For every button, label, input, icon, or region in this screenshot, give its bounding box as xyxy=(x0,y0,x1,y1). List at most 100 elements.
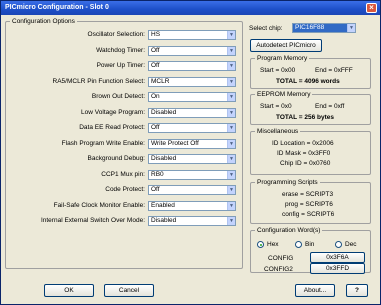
program-memory-end: End = 0xFFF xyxy=(315,67,353,74)
help-button[interactable]: ? xyxy=(346,284,368,297)
eeprom-memory-end: End = 0xff xyxy=(315,103,345,110)
script-prog: prog = SCRIPT6 xyxy=(285,201,333,208)
program-memory-label: Program Memory xyxy=(255,54,310,63)
autodetect-button[interactable]: Autodetect PICmicro xyxy=(250,39,322,52)
chevron-down-icon: ▼ xyxy=(227,31,235,39)
chip-select[interactable]: PIC16F88 ▼ xyxy=(292,23,356,33)
config-row-label: Brown Out Detect: xyxy=(91,93,145,100)
config-row-value: Off xyxy=(151,62,160,69)
ok-button[interactable]: OK xyxy=(44,284,94,297)
config-row-value: RB0 xyxy=(151,171,164,178)
config-label: CONFIG xyxy=(268,255,294,262)
config-row-select[interactable]: Off ▼ xyxy=(148,46,236,56)
radix-label-dec: Dec xyxy=(345,241,357,248)
scripts-label: Programming Scripts xyxy=(255,178,320,187)
config-row-label: Low Voltage Program: xyxy=(81,109,145,116)
config-row-value: HS xyxy=(151,31,161,38)
config-row-label: Code Protect: xyxy=(105,186,145,193)
config-row-label: Fail-Safe Clock Monitor Enable: xyxy=(53,202,145,209)
config-row: Low Voltage Program: Disabled ▼ xyxy=(1,108,241,118)
radix-radio-dec[interactable] xyxy=(335,241,342,248)
config-row-value: Off xyxy=(151,186,160,193)
config-row-select[interactable]: Disabled ▼ xyxy=(148,216,236,226)
eeprom-memory-total: TOTAL = 256 bytes xyxy=(276,114,334,121)
config-value-button[interactable]: 0x3F6A xyxy=(310,252,365,263)
config-row: Code Protect: Off ▼ xyxy=(1,185,241,195)
chevron-down-icon: ▼ xyxy=(227,217,235,225)
config-row-label: Data EE Read Protect: xyxy=(79,124,145,131)
config-row: Flash Program Write Enable: Write Protect… xyxy=(1,139,241,149)
misc-label: Miscellaneous xyxy=(255,127,301,136)
config-options-label: Configuration Options xyxy=(10,17,77,26)
about-button[interactable]: About... xyxy=(295,284,335,297)
config-row: Oscillator Selection: HS ▼ xyxy=(1,30,241,40)
cancel-button[interactable]: Cancel xyxy=(104,284,154,297)
config-row-value: Disabled xyxy=(151,217,177,224)
config-row-value: MCLR xyxy=(151,78,170,85)
config-words-label: Configuration Word(s) xyxy=(255,226,323,235)
chevron-down-icon: ▼ xyxy=(227,109,235,117)
config-row-label: Internal External Switch Over Mode: xyxy=(40,217,145,224)
chevron-down-icon: ▼ xyxy=(227,155,235,163)
select-chip-label: Select chip: xyxy=(249,25,283,32)
config2-value-button[interactable]: 0x3FFD xyxy=(310,263,365,274)
config-row-label: CCP1 Mux pin: xyxy=(101,171,145,178)
config-row: Brown Out Detect: On ▼ xyxy=(1,92,241,102)
config-row: Data EE Read Protect: Off ▼ xyxy=(1,123,241,133)
chip-id: Chip ID = 0x0760 xyxy=(280,160,331,167)
chevron-down-icon: ▼ xyxy=(227,124,235,132)
config-row-select[interactable]: Enabled ▼ xyxy=(148,201,236,211)
config-row-label: Background Debug: xyxy=(87,155,145,162)
chevron-down-icon: ▼ xyxy=(227,140,235,148)
chevron-down-icon: ▼ xyxy=(227,171,235,179)
config-row: Watchdog Timer: Off ▼ xyxy=(1,46,241,56)
radix-radio-hex[interactable] xyxy=(257,241,264,248)
config-row-value: Off xyxy=(151,124,160,131)
config-row-select[interactable]: RB0 ▼ xyxy=(148,170,236,180)
eeprom-memory-label: EEPROM Memory xyxy=(255,90,313,99)
config-row-value: Disabled xyxy=(151,155,177,162)
config-row-select[interactable]: Off ▼ xyxy=(148,123,236,133)
config-row: Fail-Safe Clock Monitor Enable: Enabled ▼ xyxy=(1,201,241,211)
program-memory-total: TOTAL = 4096 words xyxy=(276,78,340,85)
config-row-value: On xyxy=(151,93,160,100)
radix-label-bin: Bin xyxy=(305,241,315,248)
config-dialog: PICmicro Configuration - Slot 0 × Config… xyxy=(0,0,381,305)
title-bar: PICmicro Configuration - Slot 0 × xyxy=(1,1,380,15)
config-row-value: Disabled xyxy=(151,109,177,116)
radix-label-hex: Hex xyxy=(267,241,279,248)
config-row-value: Write Protect Off xyxy=(151,140,199,147)
config-row-label: Flash Program Write Enable: xyxy=(61,140,145,147)
config-row: CCP1 Mux pin: RB0 ▼ xyxy=(1,170,241,180)
eeprom-memory-start: Start = 0x0 xyxy=(260,103,292,110)
radix-radio-bin[interactable] xyxy=(295,241,302,248)
config-row: Background Debug: Disabled ▼ xyxy=(1,154,241,164)
chip-select-value: PIC16F88 xyxy=(295,24,325,31)
config-row: Power Up Timer: Off ▼ xyxy=(1,61,241,71)
config-row-select[interactable]: Off ▼ xyxy=(148,185,236,195)
config-row-select[interactable]: On ▼ xyxy=(148,92,236,102)
script-erase: erase = SCRIPT3 xyxy=(282,191,334,198)
chevron-down-icon: ▼ xyxy=(227,93,235,101)
close-icon[interactable]: × xyxy=(366,3,377,13)
config-row-label: RA5/MCLR Pin Function Select: xyxy=(52,78,145,85)
program-memory-start: Start = 0x00 xyxy=(260,67,296,74)
chevron-down-icon: ▼ xyxy=(227,47,235,55)
config-row-select[interactable]: Write Protect Off ▼ xyxy=(148,139,236,149)
config-row-select[interactable]: HS ▼ xyxy=(148,30,236,40)
config2-label: CONFIG2 xyxy=(264,266,293,273)
window-title: PICmicro Configuration - Slot 0 xyxy=(5,4,109,11)
config-row-select[interactable]: Disabled ▼ xyxy=(148,108,236,118)
config-row: RA5/MCLR Pin Function Select: MCLR ▼ xyxy=(1,77,241,87)
config-row-label: Watchdog Timer: xyxy=(96,47,145,54)
script-config: config = SCRIPT6 xyxy=(282,211,335,218)
chevron-down-icon: ▼ xyxy=(227,186,235,194)
chevron-down-icon: ▼ xyxy=(347,24,355,32)
config-row-label: Oscillator Selection: xyxy=(87,31,145,38)
config-row-select[interactable]: MCLR ▼ xyxy=(148,77,236,87)
chevron-down-icon: ▼ xyxy=(227,78,235,86)
chevron-down-icon: ▼ xyxy=(227,202,235,210)
config-row-select[interactable]: Off ▼ xyxy=(148,61,236,71)
config-row-label: Power Up Timer: xyxy=(96,62,145,69)
config-row-select[interactable]: Disabled ▼ xyxy=(148,154,236,164)
